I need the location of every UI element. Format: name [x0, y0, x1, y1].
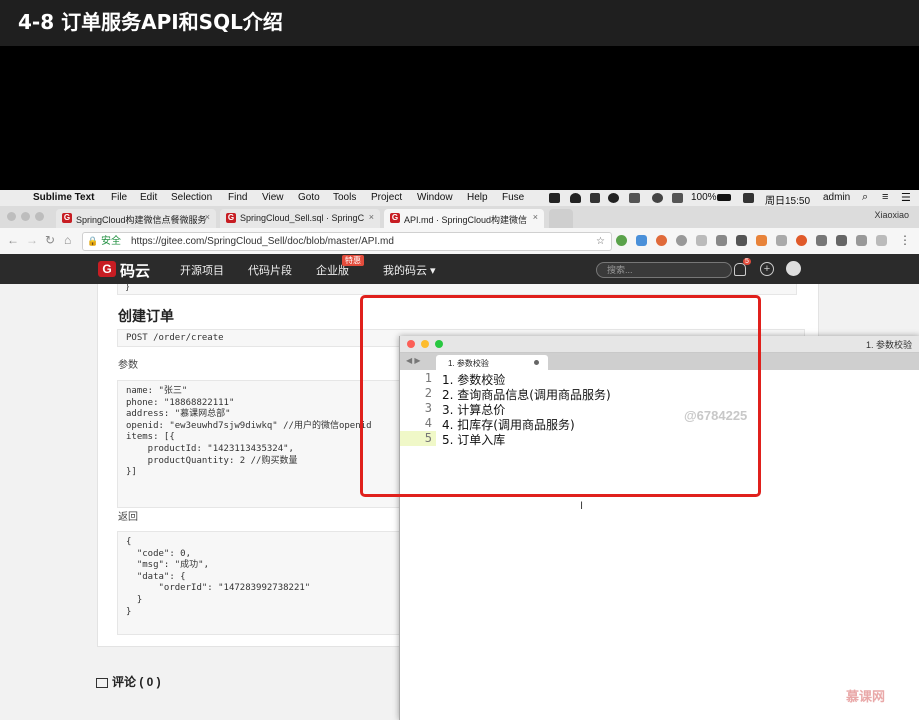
lock-icon: 🔒	[87, 236, 99, 246]
menubar-user[interactable]: admin	[823, 192, 850, 203]
url-text[interactable]: https://gitee.com/SpringCloud_Sell/doc/b…	[131, 233, 394, 250]
mac-menubar: Sublime Text File Edit Selection Find Vi…	[0, 190, 919, 207]
highlight-annotation-box	[360, 295, 761, 497]
menu-find[interactable]: Find	[228, 192, 247, 203]
gitee-logo-text[interactable]: 码云	[120, 260, 150, 281]
gitee-navbar: G 码云 开源项目 代码片段 企业版 特惠 我的码云 ▾ 搜索... 5 +	[0, 254, 919, 284]
new-tab-button[interactable]	[549, 209, 573, 228]
browser-toolbar: ← → ↻ ⌂ 🔒 安全 https://gitee.com/SpringClo…	[0, 228, 919, 255]
nav-open-source[interactable]: 开源项目	[180, 262, 224, 278]
clipboard-icon[interactable]	[549, 193, 560, 203]
secure-label: 安全	[101, 236, 121, 247]
extension-icon[interactable]	[776, 235, 787, 246]
menu-view[interactable]: View	[262, 192, 284, 203]
params-label: 参数	[118, 360, 138, 371]
imooc-watermark-logo: 慕课网	[846, 689, 886, 704]
section-title: 创建订单	[118, 308, 174, 324]
extension-icon[interactable]	[616, 235, 627, 246]
extension-icon[interactable]	[756, 235, 767, 246]
gitee-logo-icon[interactable]: G	[98, 261, 116, 277]
tab-close-icon[interactable]: ×	[205, 212, 210, 222]
wifi-icon[interactable]	[672, 193, 683, 203]
profile-name[interactable]: Xiaoxiao	[874, 210, 909, 220]
menu-tools[interactable]: Tools	[333, 192, 356, 203]
gitee-favicon-icon: G	[62, 213, 72, 223]
tab-close-icon[interactable]: ×	[369, 212, 374, 222]
menu-edit[interactable]: Edit	[140, 192, 157, 203]
extension-icon[interactable]	[836, 235, 847, 246]
gitee-favicon-icon: G	[390, 213, 400, 223]
tab-close-icon[interactable]: ×	[533, 212, 538, 222]
return-label: 返回	[118, 512, 138, 523]
browser-tab-active[interactable]: G API.md · SpringCloud构建微信 ×	[384, 209, 544, 228]
address-bar[interactable]: 🔒 安全 https://gitee.com/SpringCloud_Sell/…	[82, 232, 612, 251]
tab-label: SpringCloud构建微信点餐微服务	[76, 215, 207, 225]
code-block-tail: }	[117, 281, 797, 295]
extension-icon[interactable]	[676, 235, 687, 246]
ghost-icon[interactable]	[570, 193, 581, 203]
text-cursor-icon: I	[580, 500, 584, 512]
nav-my-gitee[interactable]: 我的码云 ▾	[383, 262, 436, 278]
bookmark-star-icon[interactable]: ☆	[596, 233, 605, 250]
menu-project[interactable]: Project	[371, 192, 402, 203]
browser-menu-icon[interactable]: ⋮	[899, 233, 911, 247]
reload-icon[interactable]: ↻	[45, 233, 55, 247]
code-text: }	[126, 281, 130, 291]
qr-code-icon[interactable]	[736, 235, 747, 246]
forward-icon[interactable]: →	[26, 233, 38, 247]
send-icon[interactable]	[590, 193, 600, 203]
extension-icon[interactable]	[816, 235, 827, 246]
extension-icon[interactable]	[716, 235, 727, 246]
back-icon[interactable]: ←	[7, 233, 19, 247]
spotlight-icon[interactable]: ⌕	[862, 191, 868, 204]
window-minimize-dot[interactable]	[21, 212, 30, 221]
window-zoom-dot[interactable]	[35, 212, 44, 221]
menu-goto[interactable]: Goto	[298, 192, 320, 203]
menubar-clock[interactable]: 周日15:50	[765, 192, 810, 207]
comments-heading[interactable]: 评论 ( 0 )	[96, 673, 161, 690]
menu-selection[interactable]: Selection	[171, 192, 212, 203]
nav-snippets[interactable]: 代码片段	[248, 262, 292, 278]
extension-icon[interactable]	[856, 235, 867, 246]
search-input[interactable]: 搜索...	[596, 262, 732, 278]
battery-icon[interactable]	[717, 194, 731, 201]
plus-icon[interactable]: +	[760, 262, 774, 276]
avatar[interactable]	[786, 261, 801, 276]
special-offer-badge: 特惠	[342, 255, 364, 266]
menu-file[interactable]: File	[111, 192, 127, 203]
battery-percent: 100%	[691, 192, 717, 203]
input-method-icon[interactable]	[743, 193, 754, 203]
sublime-window-title: 1. 参数校验	[865, 340, 912, 350]
video-title-bar: 4-8 订单服务API和SQL介绍	[0, 0, 919, 46]
video-title: 4-8 订单服务API和SQL介绍	[18, 10, 283, 34]
window-close-dot[interactable]	[7, 212, 16, 221]
notification-center-icon[interactable]: ☰	[901, 191, 911, 204]
home-icon[interactable]: ⌂	[64, 233, 71, 247]
browser-tab-strip: G SpringCloud构建微信点餐微服务 × G SpringCloud_S…	[0, 206, 919, 228]
comments-label: 评论 ( 0 )	[112, 675, 161, 689]
extension-icon[interactable]	[696, 235, 707, 246]
video-letterbox	[0, 46, 919, 190]
gitee-favicon-icon: G	[226, 213, 236, 223]
menu-app-name[interactable]: Sublime Text	[33, 192, 95, 203]
menu-window[interactable]: Window	[417, 192, 453, 203]
extension-icon[interactable]	[876, 235, 887, 246]
extension-icon[interactable]	[656, 235, 667, 246]
sync-icon[interactable]	[652, 193, 663, 203]
extension-icon[interactable]	[796, 235, 807, 246]
vpn-icon[interactable]	[608, 193, 619, 203]
menu-fuse[interactable]: Fuse	[502, 192, 524, 203]
notification-count-badge: 5	[743, 258, 751, 265]
tab-label: API.md · SpringCloud构建微信	[404, 215, 528, 225]
pen-icon[interactable]	[629, 193, 640, 203]
extension-icon[interactable]	[636, 235, 647, 246]
browser-tab[interactable]: G SpringCloud构建微信点餐微服务 ×	[56, 209, 216, 228]
menu-help[interactable]: Help	[467, 192, 488, 203]
browser-tab[interactable]: G SpringCloud_Sell.sql · SpringC ×	[220, 209, 380, 228]
tab-label: SpringCloud_Sell.sql · SpringC	[240, 213, 365, 223]
control-icon[interactable]: ≡	[882, 191, 888, 203]
comment-icon	[96, 677, 108, 688]
